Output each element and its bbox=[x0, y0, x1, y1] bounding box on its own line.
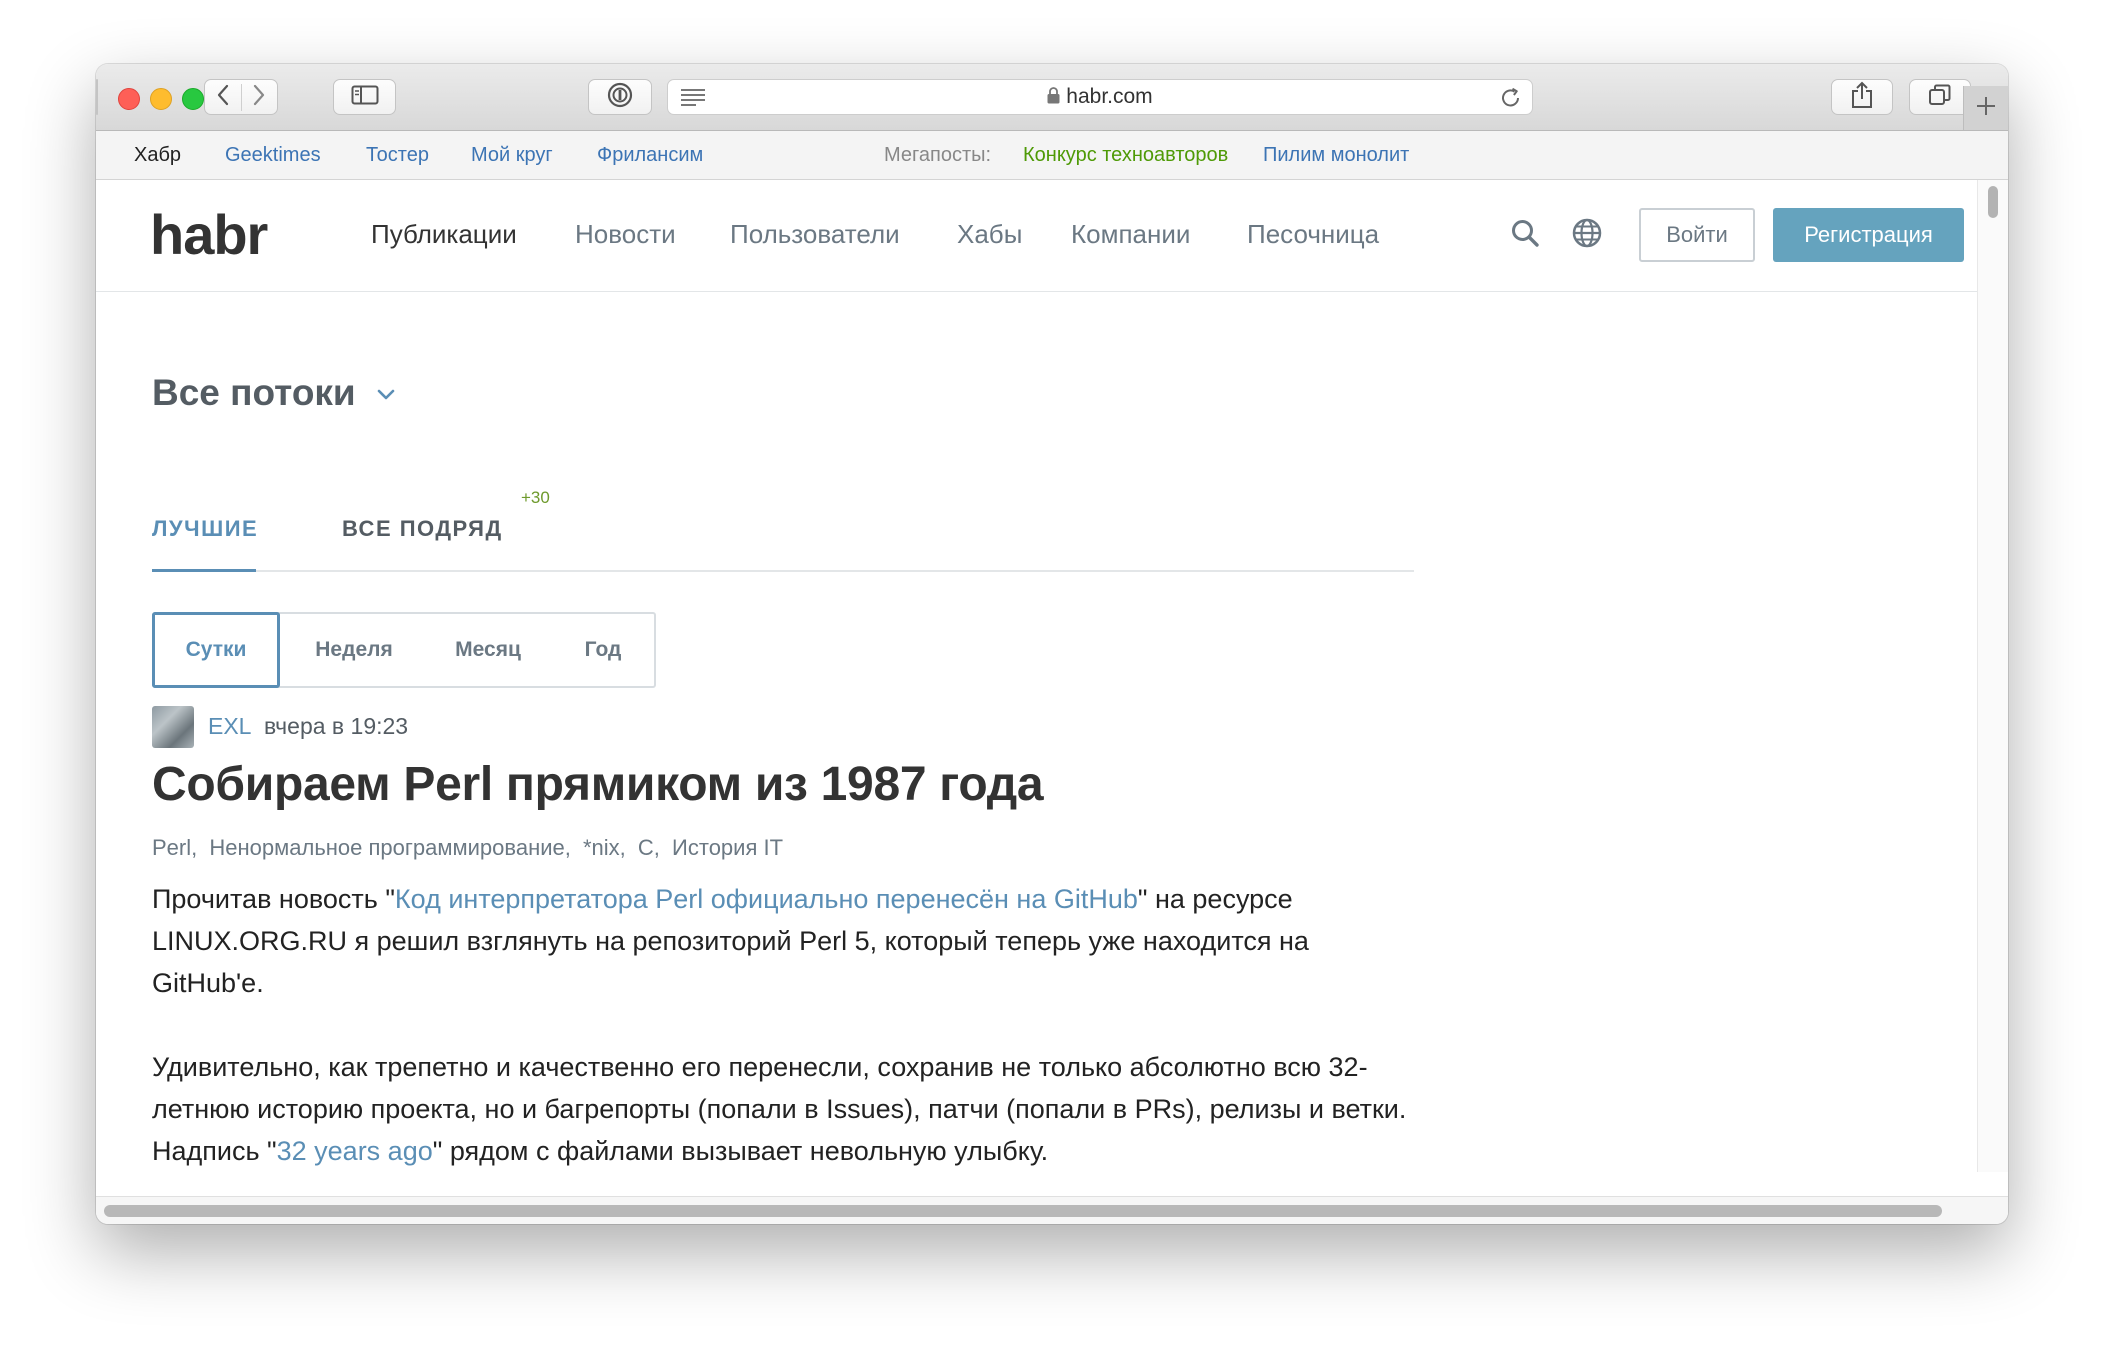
post-time: вчера в 19:23 bbox=[264, 713, 409, 739]
period-filter: Сутки Неделя Месяц Год bbox=[152, 612, 656, 688]
sidebar-button[interactable] bbox=[333, 79, 396, 115]
megapost-monolith[interactable]: Пилим монолит bbox=[1263, 131, 1409, 179]
nav-users[interactable]: Пользователи bbox=[730, 218, 900, 250]
nav-publications[interactable]: Публикации bbox=[371, 218, 517, 250]
back-forward-group bbox=[204, 79, 278, 115]
main-content: Все потоки ЛУЧШИЕ ВСЕ ПОДРЯД +30 Сутки Н… bbox=[96, 292, 1978, 1172]
stream-title: Все потоки bbox=[152, 372, 356, 413]
fav-habr[interactable]: Хабр bbox=[134, 131, 181, 179]
minimize-window-button[interactable] bbox=[150, 88, 172, 110]
commit-age-link[interactable]: 32 years ago bbox=[277, 1136, 433, 1166]
nav-sandbox[interactable]: Песочница bbox=[1247, 218, 1379, 250]
hub-link[interactable]: C, bbox=[638, 835, 660, 860]
new-tab-icon bbox=[1975, 95, 1997, 122]
hub-link[interactable]: Perl, bbox=[152, 835, 197, 860]
zoom-window-button[interactable] bbox=[182, 88, 204, 110]
share-button[interactable] bbox=[1831, 79, 1893, 115]
fav-geektimes[interactable]: Geektimes bbox=[225, 131, 321, 179]
avatar[interactable] bbox=[152, 706, 194, 748]
fav-toster[interactable]: Тостер bbox=[366, 131, 429, 179]
forward-icon[interactable] bbox=[240, 83, 278, 111]
vertical-scrollbar[interactable] bbox=[1977, 180, 2008, 1172]
megapost-contest[interactable]: Конкурс техноавторов bbox=[1023, 131, 1228, 179]
fav-moikrug[interactable]: Мой круг bbox=[471, 131, 553, 179]
period-month[interactable]: Месяц bbox=[424, 614, 552, 686]
sidebar-icon bbox=[351, 85, 379, 110]
nav-hubs[interactable]: Хабы bbox=[957, 218, 1022, 250]
address-text: habr.com bbox=[668, 80, 1532, 114]
horizontal-scrollbar[interactable] bbox=[96, 1196, 2008, 1224]
hub-link[interactable]: Ненормальное программирование, bbox=[209, 835, 571, 860]
chevron-down-icon bbox=[376, 367, 396, 411]
tab-all[interactable]: ВСЕ ПОДРЯД bbox=[342, 514, 503, 544]
tabs-icon bbox=[1928, 83, 1952, 112]
reload-icon[interactable] bbox=[1499, 86, 1523, 115]
post-hubs: Perl, Ненормальное программирование, *ni… bbox=[152, 832, 789, 864]
password-manager-button[interactable] bbox=[588, 79, 652, 115]
hub-link[interactable]: *nix, bbox=[583, 835, 626, 860]
address-bar[interactable]: habr.com bbox=[667, 79, 1533, 115]
news-link[interactable]: Код интерпретатора Perl официально перен… bbox=[395, 884, 1138, 914]
globe-icon[interactable] bbox=[1571, 217, 1603, 254]
close-window-button[interactable] bbox=[118, 88, 140, 110]
register-button[interactable]: Регистрация bbox=[1773, 208, 1964, 262]
password-icon bbox=[606, 81, 634, 114]
period-day[interactable]: Сутки bbox=[152, 612, 280, 688]
tab-overview-button[interactable] bbox=[1909, 79, 1971, 115]
hub-link[interactable]: История IT bbox=[672, 835, 783, 860]
search-icon[interactable] bbox=[1510, 218, 1540, 253]
fav-freelansim[interactable]: Фрилансим bbox=[597, 131, 703, 179]
post-title[interactable]: Собираем Perl прямиком из 1987 года bbox=[152, 754, 1044, 816]
new-posts-counter: +30 bbox=[521, 488, 550, 507]
horizontal-scroll-thumb[interactable] bbox=[104, 1205, 1942, 1217]
period-week[interactable]: Неделя bbox=[288, 614, 420, 686]
author-link[interactable]: EXL bbox=[208, 710, 251, 742]
address-url: habr.com bbox=[1066, 85, 1153, 108]
back-icon[interactable] bbox=[205, 84, 241, 111]
vertical-scroll-thumb[interactable] bbox=[1988, 186, 1998, 218]
active-tab-indicator bbox=[152, 569, 256, 572]
feed-tabs: ЛУЧШИЕ ВСЕ ПОДРЯД +30 bbox=[152, 488, 1414, 572]
new-tab-button[interactable] bbox=[1963, 86, 2008, 130]
browser-toolbar: habr.com bbox=[96, 64, 2008, 131]
share-icon bbox=[1851, 81, 1873, 114]
period-year[interactable]: Год bbox=[552, 614, 654, 686]
lock-icon bbox=[1047, 81, 1060, 115]
megaposts-label: Мегапосты: bbox=[884, 144, 992, 166]
favorites-bar: Хабр Geektimes Тостер Мой круг Фрилансим… bbox=[96, 131, 2008, 180]
stream-selector[interactable]: Все потоки bbox=[152, 367, 396, 415]
nav-companies[interactable]: Компании bbox=[1071, 218, 1190, 250]
post-paragraph: Прочитав новость "Код интерпретатора Per… bbox=[152, 878, 1414, 1004]
browser-window: habr.com Хабр Geektimes Тостер Мой круг … bbox=[96, 64, 2008, 1224]
habr-logo[interactable]: habr bbox=[150, 200, 268, 270]
unused bbox=[96, 79, 98, 115]
login-button[interactable]: Войти bbox=[1639, 208, 1755, 262]
paragraph-text: Прочитав новость " bbox=[152, 884, 395, 914]
nav-news[interactable]: Новости bbox=[575, 218, 676, 250]
post-paragraph: Удивительно, как трепетно и качественно … bbox=[152, 1046, 1414, 1172]
paragraph-text: " рядом с файлами вызывает невольную улы… bbox=[432, 1136, 1049, 1166]
tab-best[interactable]: ЛУЧШИЕ bbox=[152, 514, 258, 544]
site-header: habr Публикации Новости Пользователи Хаб… bbox=[96, 180, 1978, 292]
